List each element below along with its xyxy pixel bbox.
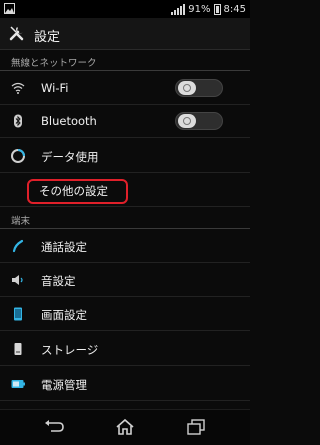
data-usage-icon xyxy=(11,149,25,163)
status-bar: 91% 8:45 xyxy=(0,0,250,18)
settings-item-display[interactable]: 画面設定 xyxy=(0,298,250,331)
signal-icon xyxy=(171,3,186,15)
settings-item-label: 電源管理 xyxy=(41,378,87,392)
section-label: 無線とネットワーク xyxy=(11,58,97,69)
navigation-bar xyxy=(0,409,250,445)
settings-item-label: データ使用 xyxy=(41,150,99,164)
battery-status-icon xyxy=(213,3,221,15)
settings-item-label: Wi-Fi xyxy=(41,81,69,95)
settings-item-data-usage[interactable]: データ使用 xyxy=(0,140,250,173)
bluetooth-toggle[interactable] xyxy=(175,112,223,130)
section-label: 端末 xyxy=(11,216,31,227)
display-icon xyxy=(14,307,22,321)
status-right: 91% 8:45 xyxy=(171,3,246,15)
wifi-toggle[interactable] xyxy=(175,79,223,97)
wrench-icon xyxy=(9,26,24,41)
bluetooth-icon xyxy=(14,114,22,128)
settings-item-label: 画面設定 xyxy=(41,308,87,322)
home-icon[interactable] xyxy=(114,417,136,437)
section-header-device: 端末 xyxy=(0,210,250,229)
settings-item-label: Bluetooth xyxy=(41,114,97,128)
toggle-knob xyxy=(178,81,196,95)
settings-item-sound[interactable]: 音設定 xyxy=(0,264,250,297)
toggle-knob xyxy=(178,114,196,128)
settings-item-wifi[interactable]: Wi-Fi xyxy=(0,72,250,105)
clock: 8:45 xyxy=(223,3,246,15)
wifi-icon xyxy=(11,82,25,94)
settings-item-storage[interactable]: ストレージ xyxy=(0,333,250,366)
settings-item-power[interactable]: 電源管理 xyxy=(0,368,250,401)
battery-icon xyxy=(11,380,25,388)
settings-item-call[interactable]: 通話設定 xyxy=(0,230,250,263)
settings-item-label: 音設定 xyxy=(41,274,76,288)
settings-item-bluetooth[interactable]: Bluetooth xyxy=(0,105,250,138)
action-bar: 設定 xyxy=(0,18,250,50)
storage-icon xyxy=(14,343,22,355)
page-title: 設定 xyxy=(34,30,61,45)
back-icon[interactable] xyxy=(43,417,65,437)
recent-apps-icon[interactable] xyxy=(185,417,207,437)
settings-item-label: ストレージ xyxy=(41,343,99,357)
image-notification-icon xyxy=(4,3,15,14)
battery-percent: 91% xyxy=(188,3,211,15)
phone-icon xyxy=(12,239,24,253)
section-header-wireless: 無線とネットワーク xyxy=(0,52,250,71)
volume-icon xyxy=(12,275,23,285)
settings-item-label: 通話設定 xyxy=(41,240,87,254)
highlight-annotation xyxy=(27,179,128,204)
